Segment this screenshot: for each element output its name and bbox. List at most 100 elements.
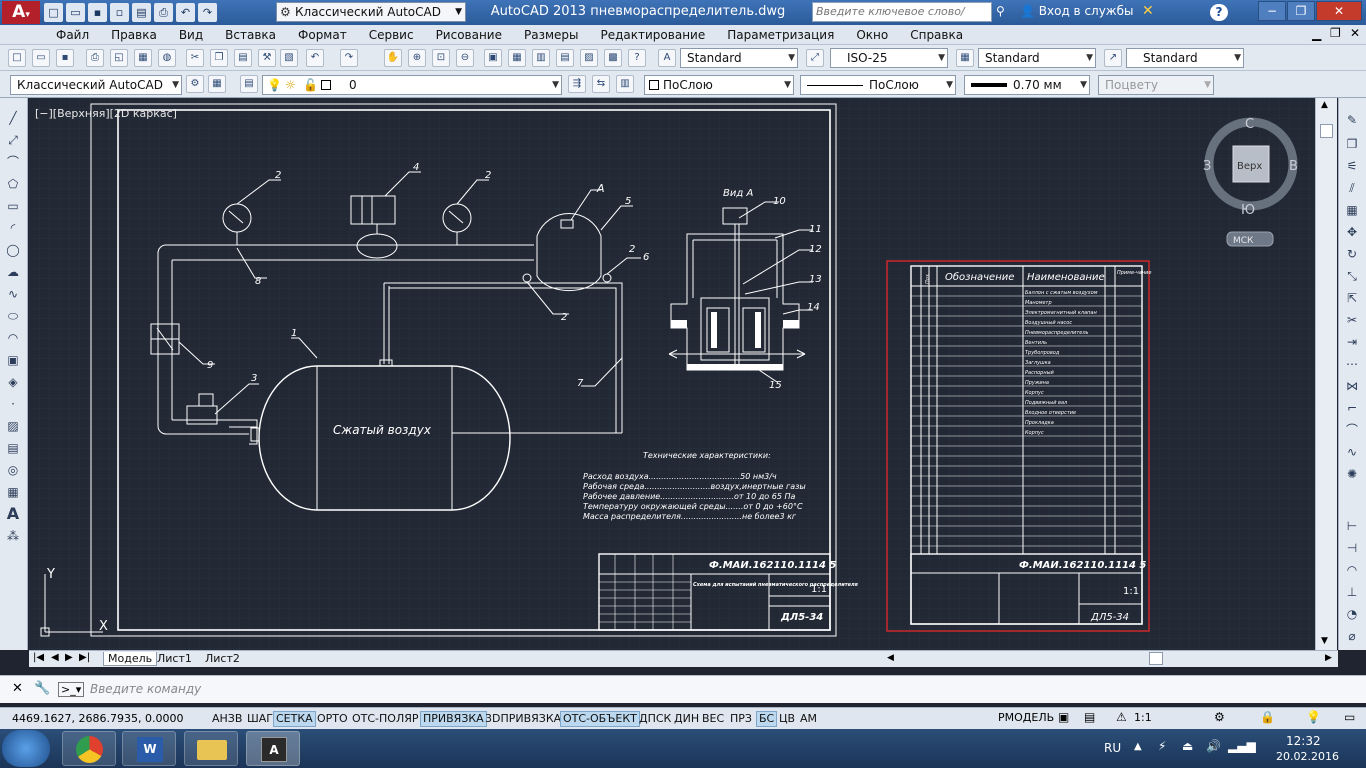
menu-dimension[interactable]: Размеры [513,27,590,43]
viewcube-north[interactable]: С [1245,117,1254,132]
workspace-switch-icon[interactable]: ⚙ [1214,710,1225,724]
copy-icon[interactable]: ❐ [210,49,228,67]
workspace-settings-icon[interactable]: ▦ [208,75,226,93]
status-toggle[interactable]: ВЕС [700,711,726,727]
paste-icon[interactable]: ▤ [234,49,252,67]
language-indicator[interactable]: RU [1104,741,1121,755]
menu-draw[interactable]: Рисование [425,27,513,43]
plot-icon[interactable]: ▦ [134,49,152,67]
open-icon[interactable]: ▭ [66,3,85,22]
search-input[interactable]: Введите ключевое слово/фразу [812,2,992,36]
break-icon[interactable]: ⋯ [1343,356,1361,372]
save-as-icon[interactable]: ▫ [110,3,129,22]
properties-icon[interactable]: ▣ [484,49,502,67]
usb-icon[interactable]: ⏏ [1182,739,1193,753]
dim-style-icon[interactable]: ⤢ [806,49,824,67]
calculator-icon[interactable]: ▩ [604,49,622,67]
vertical-scrollbar[interactable]: ▲ ▼ [1315,98,1337,650]
volume-icon[interactable]: 🔊 [1206,739,1221,753]
network-icon[interactable]: ⚡ [1158,739,1166,753]
ellipse-arc-icon[interactable]: ◠ [4,330,22,346]
mleader-style-icon[interactable]: ↗ [1104,49,1122,67]
clock-time[interactable]: 12:32 [1286,734,1321,748]
status-toggle[interactable]: ДПСК [637,711,673,727]
make-block-icon[interactable]: ◈ [4,374,22,390]
coordinates-readout[interactable]: 4469.1627, 2686.7935, 0.0000 [12,712,183,725]
markup-icon[interactable]: ▨ [580,49,598,67]
blend-icon[interactable]: ∿ [1343,444,1361,460]
quick-view-layouts-icon[interactable]: ▣ [1058,710,1069,724]
zoom-realtime-icon[interactable]: ⊕ [408,49,426,67]
block-editor-icon[interactable]: ▧ [280,49,298,67]
table-style-select[interactable]: Standard ▼ [978,48,1096,68]
taskbar-chrome-icon[interactable] [62,731,116,766]
taskbar-word-icon[interactable]: W [122,731,176,766]
point-icon[interactable]: · [4,396,22,412]
menu-file[interactable]: Файл [56,27,100,43]
mirror-icon[interactable]: ⚟ [1343,158,1361,174]
dim-arc-icon[interactable]: ◠ [1343,562,1361,578]
menu-insert[interactable]: Вставка [214,27,287,43]
publish-icon[interactable]: ▤ [132,3,151,22]
pan-icon[interactable]: ✋ [384,49,402,67]
add-selected-icon[interactable]: ⁂ [4,528,22,544]
layer-previous-icon[interactable]: ⇆ [592,75,610,93]
insert-block-icon[interactable]: ▣ [4,352,22,368]
taskbar-autocad-icon[interactable]: A [246,731,300,766]
model-space-button[interactable]: РМОДЕЛЬ [998,711,1054,724]
print-icon[interactable]: ⎙ [154,3,173,22]
status-toggle[interactable]: ОТС-ОБЪЕКТ [560,711,640,727]
text-style-icon[interactable]: A [658,49,676,67]
undo-icon[interactable]: ↶ [176,3,195,22]
tool-palettes-icon[interactable]: ▥ [532,49,550,67]
status-toggle[interactable]: ПРИВЯЗКА [420,711,487,727]
viewport-label[interactable]: [−][Верхняя][2D каркас] [35,107,177,120]
taskbar-explorer-icon[interactable] [184,731,238,766]
chamfer-icon[interactable]: ⌐ [1343,400,1361,416]
tab-prev-icon[interactable]: ◀ [51,652,59,663]
array-icon[interactable]: ▦ [1343,202,1361,218]
status-toggle[interactable]: 3DПРИВЯЗКА [483,711,563,727]
viewcube-east[interactable]: В [1289,159,1298,174]
menu-view[interactable]: Вид [168,27,214,43]
preview-icon[interactable]: ◱ [110,49,128,67]
trim-icon[interactable]: ✂ [1343,312,1361,328]
region-icon[interactable]: ◎ [4,462,22,478]
autocad-logo-icon[interactable]: A▾ [2,1,40,24]
linetype-select[interactable]: ПоСлою ▼ [800,75,956,95]
sheet-set-icon[interactable]: ▤ [556,49,574,67]
dim-aligned-icon[interactable]: ⊣ [1343,540,1361,556]
menu-help[interactable]: Справка [899,27,974,43]
status-toggle[interactable]: ШАГ [245,711,275,727]
menu-window[interactable]: Окно [845,27,899,43]
make-current-icon[interactable]: ⇶ [568,75,586,93]
status-toggle[interactable]: АМ [798,711,819,727]
drawing-svg[interactable]: Сжатый воздух Вид А А 1 2 2 2 2 3 4 5 6 … [29,98,1315,650]
copy-object-icon[interactable]: ❐ [1343,136,1361,152]
hscroll-left-icon[interactable]: ◀ [887,653,894,663]
exchange-icon[interactable]: ✕ [1142,3,1154,19]
layer-manager-icon[interactable]: ▤ [240,75,258,93]
arc-icon[interactable]: ◜ [4,220,22,236]
save-icon[interactable]: ▪ [88,3,107,22]
ellipse-icon[interactable]: ⬭ [4,308,22,324]
close-icon[interactable]: ✕ [12,681,23,696]
status-toggle[interactable]: АНЗВ [210,711,244,727]
zoom-previous-icon[interactable]: ⊖ [456,49,474,67]
plotstyle-select[interactable]: Поцвету ▼ [1098,75,1214,95]
maximize-button[interactable]: ❐ [1287,1,1315,21]
status-toggle[interactable]: ПРЗ [728,711,754,727]
new-icon[interactable]: □ [8,49,26,67]
mleader-style-select[interactable]: Standard ▼ [1126,48,1244,68]
clean-screen-icon[interactable]: ▭ [1344,710,1355,724]
viewcube-south[interactable]: Ю [1241,203,1255,218]
hatch-icon[interactable]: ▨ [4,418,22,434]
command-input[interactable]: Введите команду [90,682,201,696]
menu-parametric[interactable]: Параметризация [716,27,845,43]
tab-model[interactable]: Модель [103,652,158,666]
scroll-down-icon[interactable]: ▼ [1321,636,1328,646]
new-icon[interactable]: □ [44,3,63,22]
wrench-icon[interactable]: 🔧 [34,681,50,696]
offset-icon[interactable]: ⫽ [1343,180,1361,196]
line-icon[interactable]: ╱ [4,110,22,126]
